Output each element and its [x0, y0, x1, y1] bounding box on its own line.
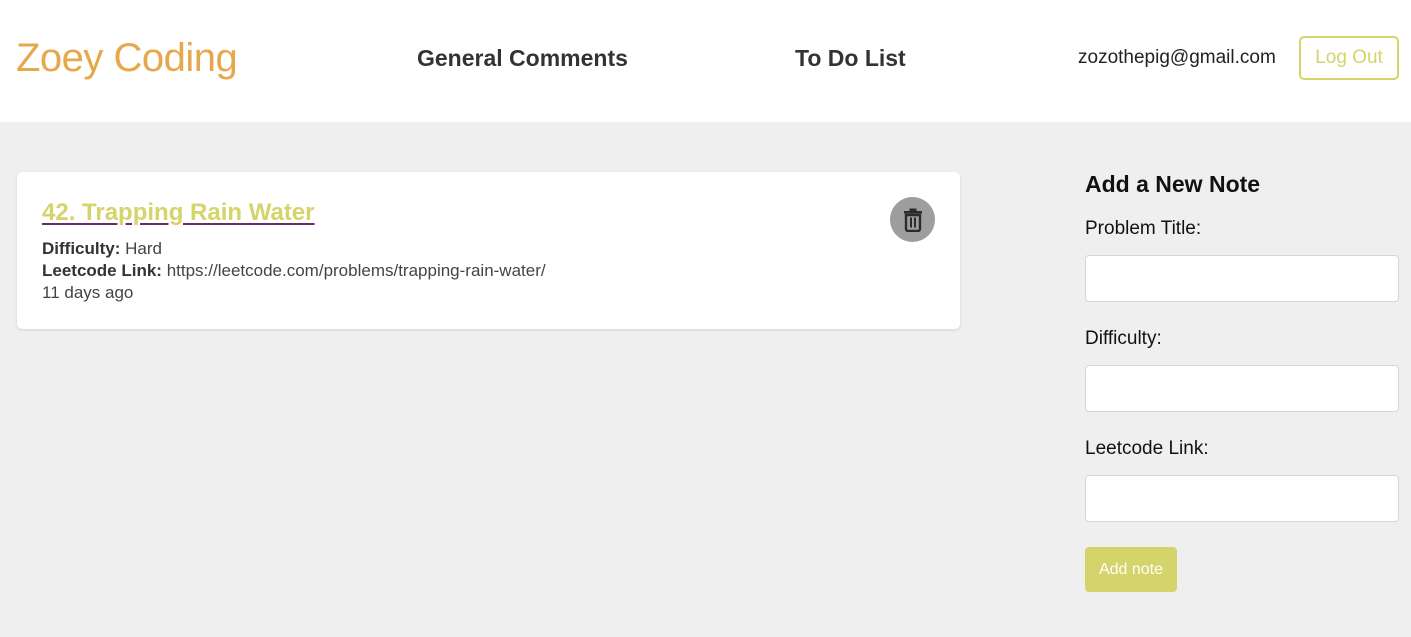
delete-note-button[interactable]: [890, 197, 935, 242]
difficulty-field-label: Difficulty:: [1085, 328, 1162, 349]
note-age: 11 days ago: [42, 283, 134, 302]
problem-title-label: Problem Title:: [1085, 218, 1202, 239]
trash-icon: [903, 208, 922, 232]
note-title-link[interactable]: 42. Trapping Rain Water: [42, 198, 315, 228]
user-email: zozothepig@gmail.com: [1078, 47, 1276, 68]
leetcode-link-input[interactable]: [1085, 475, 1399, 522]
difficulty-input[interactable]: [1085, 365, 1399, 412]
difficulty-value: Hard: [125, 239, 162, 258]
difficulty-label: Difficulty:: [42, 239, 121, 258]
problem-title-input[interactable]: [1085, 255, 1399, 302]
note-card: 42. Trapping Rain Water Difficulty: Hard…: [17, 172, 960, 329]
add-note-heading: Add a New Note: [1085, 171, 1261, 197]
leetcode-link-field-label: Leetcode Link:: [1085, 438, 1209, 459]
brand-logo-link[interactable]: Zoey Coding: [16, 34, 238, 82]
leetcode-link-value: https://leetcode.com/problems/trapping-r…: [166, 261, 546, 280]
note-meta: Difficulty: Hard Leetcode Link: https://…: [42, 238, 546, 304]
logout-button[interactable]: Log Out: [1299, 36, 1399, 80]
note-link-row: Leetcode Link: https://leetcode.com/prob…: [42, 260, 546, 282]
leetcode-link-label: Leetcode Link:: [42, 261, 162, 280]
top-navbar: Zoey Coding General Comments To Do List …: [0, 0, 1411, 122]
nav-todo-list[interactable]: To Do List: [795, 44, 906, 72]
add-note-form: Add a New Note Problem Title: Difficulty…: [1085, 168, 1399, 592]
add-note-button[interactable]: Add note: [1085, 547, 1177, 592]
note-difficulty-row: Difficulty: Hard: [42, 238, 546, 260]
nav-general-comments[interactable]: General Comments: [417, 44, 628, 72]
